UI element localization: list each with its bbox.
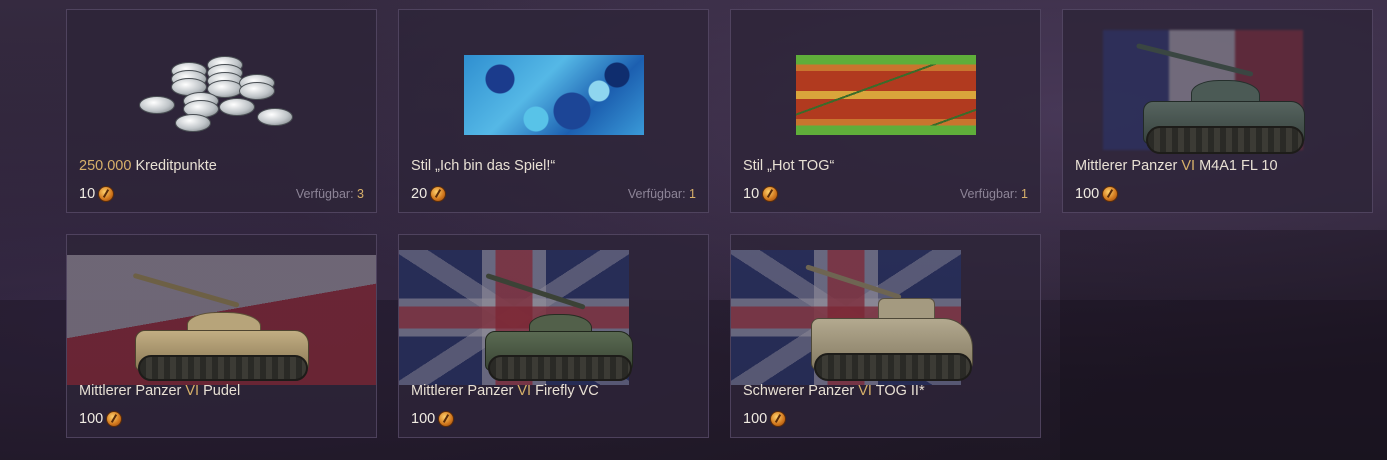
- card-price: 100: [1075, 186, 1119, 202]
- gold-coin-icon: [438, 411, 455, 427]
- card-title: Schwerer Panzer VI TOG II*: [743, 383, 925, 399]
- card-title: Mittlerer Panzer VI M4A1 FL 10: [1075, 158, 1278, 174]
- card-art: [1063, 10, 1372, 160]
- tank-icon: [485, 272, 633, 381]
- card-art: [399, 10, 708, 160]
- availability: Verfügbar: 1: [959, 187, 1028, 201]
- shop-card-style-hot-tog[interactable]: Stil „Hot TOG“ 10 Verfügbar: 1: [730, 9, 1041, 213]
- card-art: [731, 10, 1040, 160]
- shop-grid: 250.000 Kreditpunkte 10 Verfügbar: 3 Sti…: [66, 9, 1373, 438]
- card-price: 10: [79, 186, 115, 202]
- gold-coin-icon: [106, 411, 123, 427]
- shop-card-tank-pudel[interactable]: Mittlerer Panzer VI Pudel 100: [66, 234, 377, 438]
- card-price: 20: [411, 186, 447, 202]
- card-art: [731, 235, 1040, 385]
- gold-coin-icon: [98, 186, 115, 202]
- gold-coin-icon: [762, 186, 779, 202]
- card-title: Stil „Hot TOG“: [743, 158, 835, 174]
- card-price: 100: [743, 411, 787, 427]
- shop-card-tank-firefly-vc[interactable]: Mittlerer Panzer VI Firefly VC 100: [398, 234, 709, 438]
- card-price: 100: [79, 411, 123, 427]
- tank-icon: [805, 264, 973, 381]
- shop-card-tank-m4a1-fl10[interactable]: Mittlerer Panzer VI M4A1 FL 10 100: [1062, 9, 1373, 213]
- card-price: 10: [743, 186, 779, 202]
- card-art: [399, 235, 708, 385]
- card-price: 100: [411, 411, 455, 427]
- card-art: [67, 235, 376, 385]
- card-title: Mittlerer Panzer VI Firefly VC: [411, 383, 599, 399]
- gold-coin-icon: [770, 411, 787, 427]
- card-title: Stil „Ich bin das Spiel!“: [411, 158, 556, 174]
- card-title: 250.000 Kreditpunkte: [79, 158, 217, 174]
- card-title: Mittlerer Panzer VI Pudel: [79, 383, 241, 399]
- gold-coin-icon: [1102, 186, 1119, 202]
- shop-card-tank-tog-ii[interactable]: Schwerer Panzer VI TOG II* 100: [730, 234, 1041, 438]
- silver-coins-icon: [139, 52, 299, 142]
- gold-coin-icon: [430, 186, 447, 202]
- camo-hotdog-icon: [796, 55, 976, 135]
- card-art: [67, 10, 376, 160]
- shop-card-credits[interactable]: 250.000 Kreditpunkte 10 Verfügbar: 3: [66, 9, 377, 213]
- tank-icon: [132, 272, 309, 381]
- availability: Verfügbar: 3: [295, 187, 364, 201]
- tank-icon: [1135, 43, 1305, 154]
- shop-card-style-game[interactable]: Stil „Ich bin das Spiel!“ 20 Verfügbar: …: [398, 9, 709, 213]
- camo-gamepad-icon: [464, 55, 644, 135]
- availability: Verfügbar: 1: [627, 187, 696, 201]
